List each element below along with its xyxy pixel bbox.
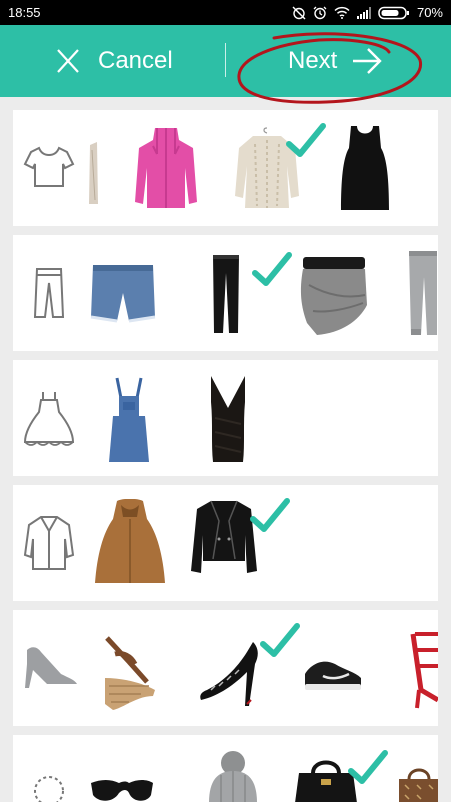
category-row-bottoms <box>13 235 438 351</box>
item-grey-draped-skirt[interactable] <box>297 255 369 337</box>
item-denim-overall-dress[interactable] <box>107 376 151 464</box>
item-pink-sweater[interactable] <box>133 124 199 212</box>
category-row-shoes <box>13 610 438 726</box>
item-espadrille-wedge[interactable] <box>101 634 157 712</box>
pants-icon <box>33 268 65 318</box>
necklace-icon <box>34 776 64 802</box>
item-grey-jogger-pants[interactable] <box>407 249 437 337</box>
category-row-outerwear <box>13 485 438 601</box>
signal-icon <box>356 6 371 19</box>
category-row-accessories <box>13 735 438 802</box>
item-black-spiked-heel[interactable] <box>197 638 267 708</box>
category-row-dresses <box>13 360 438 476</box>
next-label: Next <box>288 47 338 74</box>
cancel-button[interactable]: Cancel <box>56 40 173 82</box>
item-cardigan-partial[interactable] <box>87 140 101 206</box>
item-black-sneaker[interactable] <box>301 654 365 694</box>
item-brown-monogram-bag[interactable] <box>395 763 438 802</box>
item-red-strappy-heel[interactable] <box>405 630 438 710</box>
alarm-off-icon <box>292 6 306 19</box>
item-grey-pom-beanie[interactable] <box>203 751 263 802</box>
coat-icon <box>23 516 75 570</box>
item-beige-knit-sweater[interactable] <box>233 126 301 212</box>
status-icons: 70% <box>292 5 443 20</box>
alarm-icon <box>313 6 327 19</box>
item-black-sunglasses[interactable] <box>89 777 155 802</box>
battery-icon <box>378 6 409 19</box>
item-brown-hooded-cape[interactable] <box>93 499 167 587</box>
close-icon <box>57 49 79 73</box>
dress-icon <box>23 392 75 446</box>
item-black-bodycon-dress[interactable] <box>207 374 249 464</box>
selected-checkmark-icon <box>252 252 292 286</box>
battery-level: 70% <box>416 5 443 20</box>
cancel-label: Cancel <box>98 47 173 74</box>
item-black-tank-top[interactable] <box>339 124 391 212</box>
item-grey-pointed-pump[interactable] <box>21 644 79 690</box>
tshirt-icon <box>23 146 75 187</box>
item-black-leather-jacket[interactable] <box>189 499 259 585</box>
status-time: 18:55 <box>8 5 41 20</box>
header-divider <box>225 43 226 77</box>
item-black-handbag[interactable] <box>293 755 359 802</box>
next-button[interactable]: Next <box>288 40 383 82</box>
item-black-skinny-jeans[interactable] <box>211 253 241 335</box>
top-action-bar: Cancel Next <box>0 25 451 97</box>
item-denim-shorts[interactable] <box>89 263 157 325</box>
status-bar: 18:55 70% <box>0 0 451 25</box>
category-row-tops <box>13 110 438 226</box>
arrow-right-icon <box>353 48 383 74</box>
wifi-icon <box>334 6 350 19</box>
